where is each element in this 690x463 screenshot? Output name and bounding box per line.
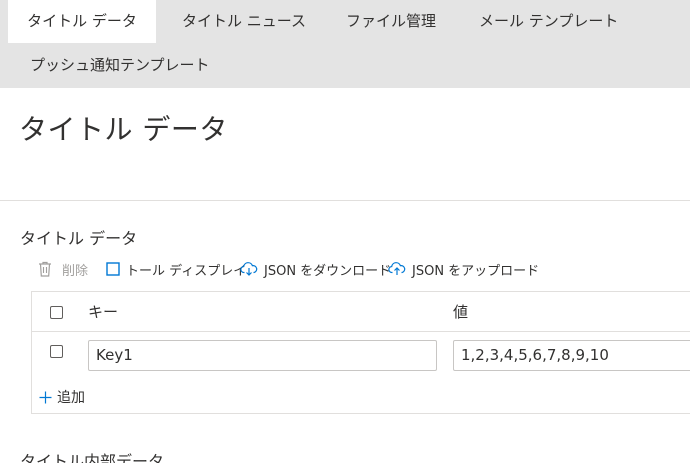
trash-icon [39,261,51,277]
value-input[interactable]: 1,2,3,4,5,6,7,8,9,10 [453,340,690,371]
download-json-button[interactable]: JSON をダウンロード [240,258,391,280]
title-data-table: キー 値 Key1 1,2,3,4,5,6,7,8,9,10 追加 [31,291,690,414]
add-row-button[interactable]: 追加 [39,386,85,408]
tab-bar: タイトル データ タイトル ニュース ファイル管理 メール テンプレート プッシ… [0,0,690,88]
column-header-value: 値 [453,303,469,321]
checkbox-icon [106,262,120,276]
column-header-key: キー [88,303,119,321]
tab-push-notification-templates[interactable]: プッシュ通知テンプレート [30,44,210,87]
delete-label: 削除 [62,263,89,279]
select-all-checkbox[interactable] [50,306,63,319]
table-header: キー 値 [32,292,690,332]
plus-icon [39,391,52,403]
key-input[interactable]: Key1 [88,340,437,371]
tab-title-news[interactable]: タイトル ニュース [182,0,306,43]
download-json-label: JSON をダウンロード [264,263,392,279]
delete-button[interactable]: 削除 [38,258,88,280]
internal-data-section-title: タイトル内部データ [20,452,165,463]
row-checkbox[interactable] [50,345,63,358]
add-row-label: 追加 [57,390,85,406]
section-title: タイトル データ [20,229,138,248]
divider [0,200,690,201]
tab-email-templates[interactable]: メール テンプレート [479,0,618,43]
toggle-display-label: トール ディスプレイ [126,263,247,279]
upload-json-label: JSON をアップロード [412,263,540,279]
cloud-download-icon [240,262,258,276]
upload-json-button[interactable]: JSON をアップロード [388,258,539,280]
cloud-upload-icon [388,262,406,275]
tab-title-data[interactable]: タイトル データ [8,0,156,43]
tab-file-management[interactable]: ファイル管理 [346,0,436,43]
toolbar: 削除 トール ディスプレイ JSON をダウンロード JSON をアップロード [38,258,690,280]
toggle-display-button[interactable]: トール ディスプレイ [106,258,246,280]
page-title: タイトル データ [19,113,228,146]
